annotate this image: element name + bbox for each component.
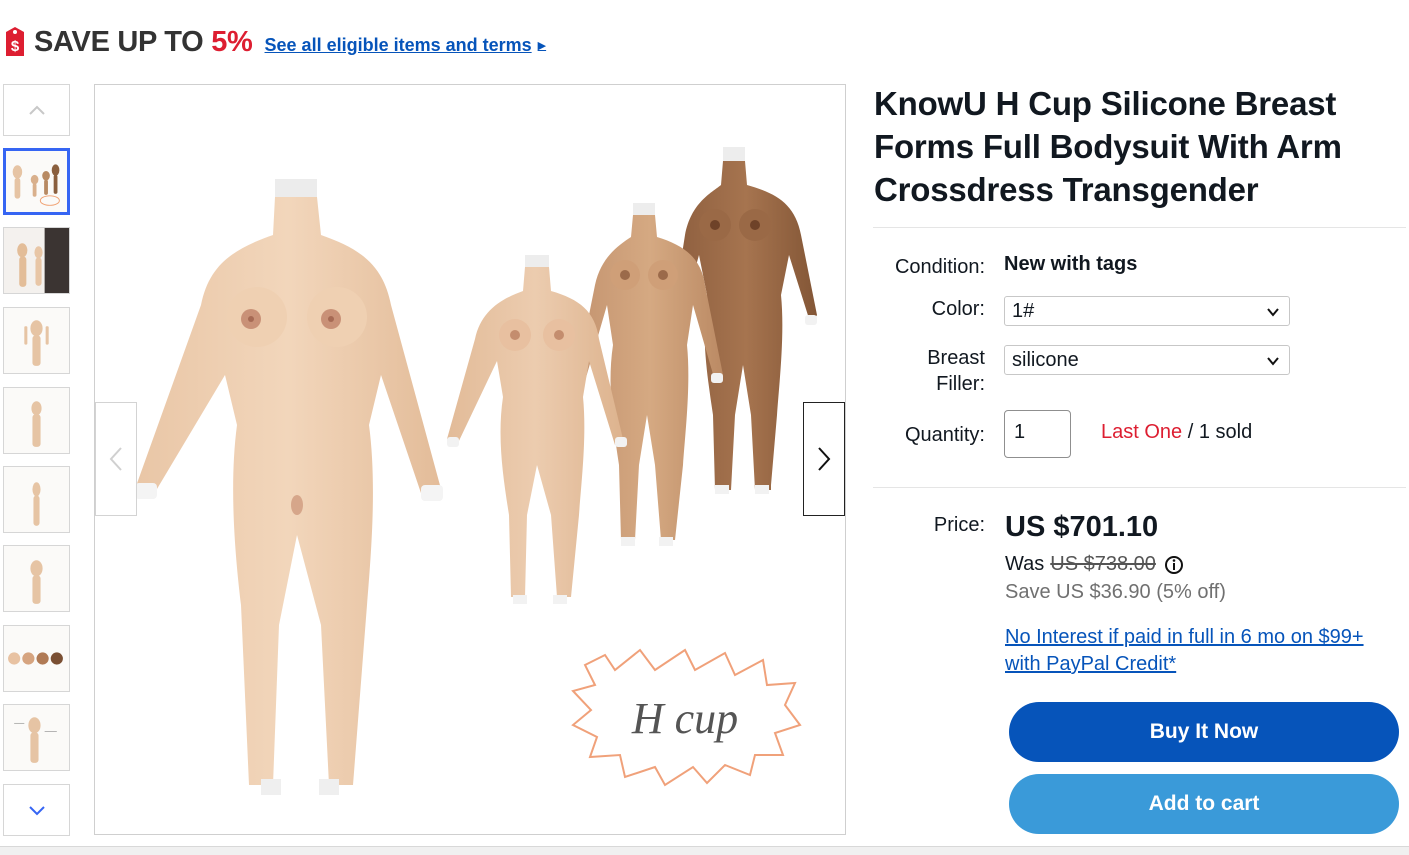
thumbnail-image <box>4 546 69 611</box>
thumbnail-3[interactable] <box>3 307 70 374</box>
promo-banner: $ SAVE UP TO 5% See all eligible items a… <box>0 22 546 62</box>
chevron-down-icon <box>1267 357 1279 366</box>
last-one-text: Last One <box>1101 421 1183 443</box>
h-cup-badge: H cup <box>571 648 802 787</box>
price-label: Price: <box>933 514 985 536</box>
paypal-credit-link[interactable]: No Interest if paid in full in 6 mo on $… <box>1005 624 1375 678</box>
thumbnail-image <box>4 467 69 532</box>
bodysuit-figure-dark <box>675 147 817 494</box>
chevron-down-icon <box>1267 308 1279 317</box>
quantity-input[interactable]: 1 <box>1004 410 1071 458</box>
thumbnail-7[interactable] <box>3 625 70 692</box>
previous-image-button[interactable] <box>95 402 137 516</box>
thumbnails-scroll-down-button[interactable] <box>3 784 70 836</box>
thumbnail-image <box>4 626 69 691</box>
chevron-left-icon <box>109 447 122 471</box>
bottom-scroll-strip <box>0 846 1409 855</box>
chevron-down-icon <box>28 806 45 816</box>
promo-percent: 5% <box>211 25 253 58</box>
breast-filler-select[interactable]: silicone <box>1004 345 1290 375</box>
thumbnail-2[interactable] <box>3 227 70 294</box>
bodysuit-figure-front <box>135 179 443 795</box>
savings-text: Save US $36.90 (5% off) <box>1005 581 1226 603</box>
filler-label: Breast Filler: <box>927 347 985 395</box>
thumbnail-5[interactable] <box>3 466 70 533</box>
quantity-label: Quantity: <box>904 424 985 446</box>
main-product-image[interactable]: H cup <box>94 84 846 835</box>
condition-label: Condition: <box>894 256 985 278</box>
thumbnail-1[interactable] <box>3 148 70 215</box>
was-price-row: Was US $738.00 <box>1005 553 1184 576</box>
thumbnails-scroll-up-button[interactable] <box>3 84 70 136</box>
was-price: US $738.00 <box>1050 553 1156 575</box>
thumbnail-image <box>4 705 69 770</box>
stock-status: Last One / 1 sold <box>1101 421 1252 444</box>
sale-tag-icon: $ <box>6 27 24 56</box>
next-image-button[interactable] <box>803 402 845 516</box>
thumbnail-image <box>4 228 69 293</box>
play-triangle-icon: ▶ <box>537 39 547 52</box>
add-to-cart-button[interactable]: Add to cart <box>1009 774 1399 834</box>
svg-text:H cup: H cup <box>631 694 738 743</box>
chevron-right-icon <box>818 447 831 471</box>
filler-selected-value: silicone <box>1012 348 1079 371</box>
product-title: KnowU H Cup Silicone Breast Forms Full B… <box>874 85 1342 208</box>
eligible-items-link[interactable]: See all eligible items and terms ▶ <box>265 35 547 56</box>
thumbnail-image <box>4 308 69 373</box>
thumbnail-image <box>6 151 67 212</box>
buy-it-now-button[interactable]: Buy It Now <box>1009 702 1399 762</box>
condition-value: New with tags <box>1004 253 1138 275</box>
color-select[interactable]: 1# <box>1004 296 1290 326</box>
thumbnail-8[interactable] <box>3 704 70 771</box>
thumbnail-4[interactable] <box>3 387 70 454</box>
price-value: US $701.10 <box>1005 511 1159 543</box>
sold-count: / 1 sold <box>1182 421 1253 443</box>
svg-text:$: $ <box>11 38 20 55</box>
color-label: Color: <box>931 298 985 320</box>
info-icon[interactable] <box>1164 555 1184 575</box>
thumbnail-6[interactable] <box>3 545 70 612</box>
divider <box>873 487 1406 488</box>
thumbnail-image <box>4 388 69 453</box>
promo-headline: SAVE UP TO 5% <box>34 25 253 58</box>
color-selected-value: 1# <box>1012 299 1035 322</box>
product-photo: H cup <box>135 147 817 795</box>
divider <box>873 227 1406 228</box>
chevron-up-icon <box>28 105 45 115</box>
was-label: Was <box>1005 553 1045 575</box>
